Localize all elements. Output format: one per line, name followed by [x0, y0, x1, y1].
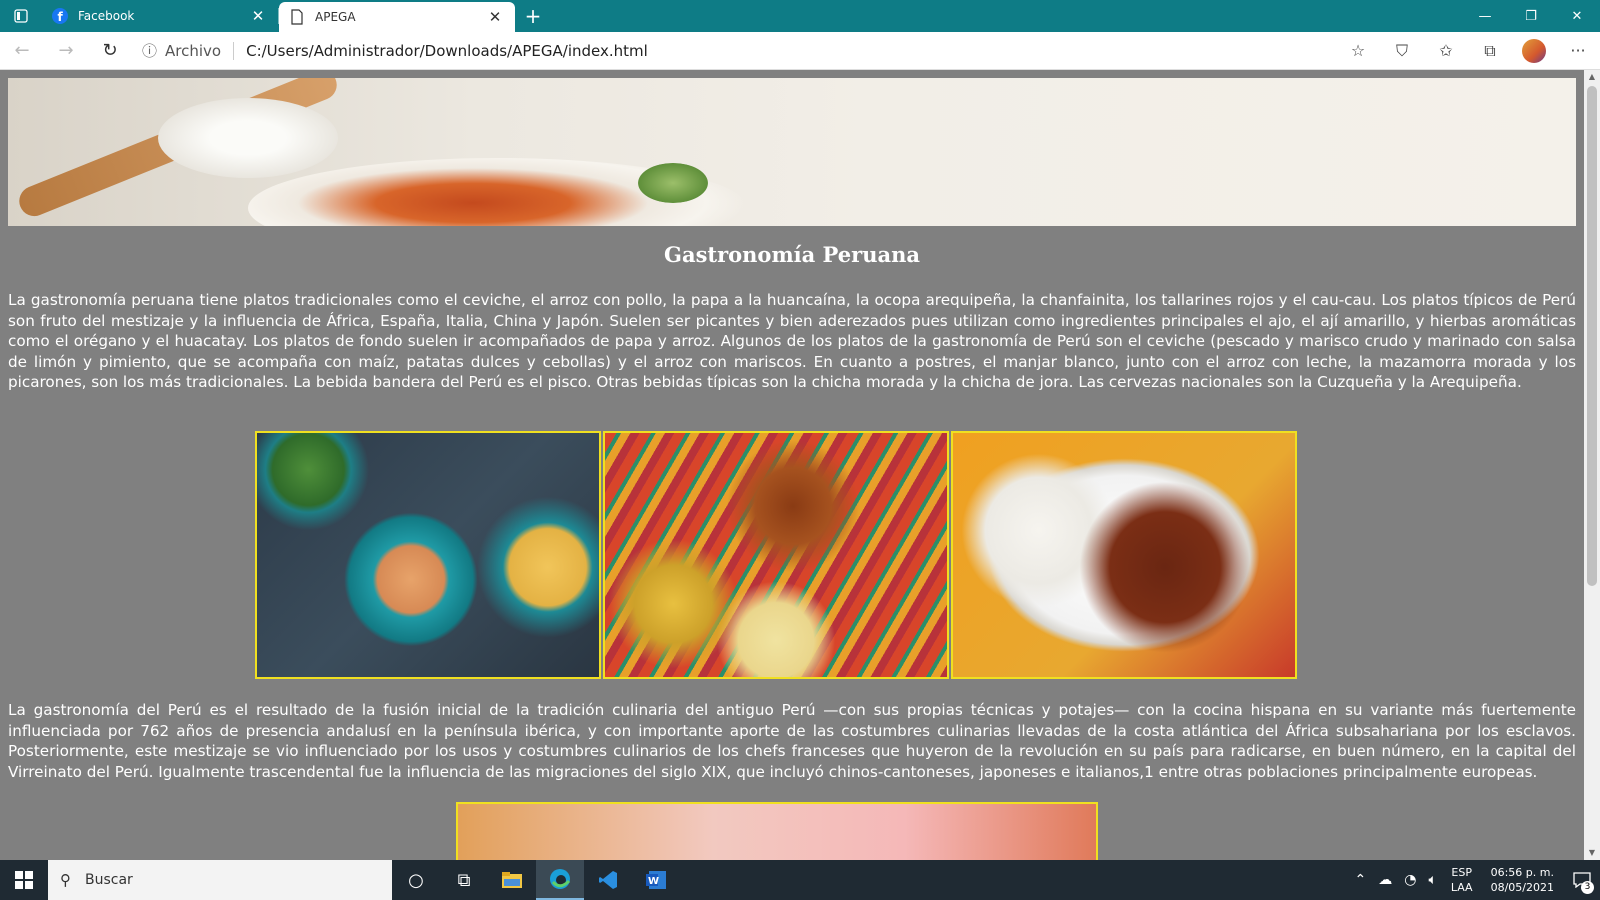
vertical-scrollbar[interactable]: ▲ ▼	[1584, 70, 1600, 860]
page-title: Gastronomía Peruana	[664, 242, 920, 267]
search-placeholder: Buscar	[85, 872, 133, 888]
system-tray: ⌃ ☁ ◔ 🔈︎ ESP LAA 06:56 p. m. 08/05/2021 …	[1348, 860, 1600, 900]
language-code: ESP	[1451, 866, 1472, 879]
onedrive-icon[interactable]: ☁	[1372, 872, 1398, 888]
word-icon[interactable]: W	[632, 860, 680, 900]
peruvian-feast-image	[603, 431, 949, 679]
page-content: Gastronomía Peruana La gastronomía perua…	[0, 70, 1584, 860]
info-icon[interactable]: ⓘ	[142, 40, 157, 61]
back-button[interactable]: ←	[0, 32, 44, 70]
file-explorer-icon[interactable]	[488, 860, 536, 900]
tracking-prevention-icon[interactable]: ⛉	[1380, 32, 1424, 70]
scroll-down-arrow[interactable]: ▼	[1584, 846, 1600, 860]
more-menu-icon[interactable]: ···	[1556, 32, 1600, 70]
collections-icon[interactable]: ⧉	[1468, 32, 1512, 70]
file-scheme-label: Archivo	[165, 41, 222, 60]
close-window-button[interactable]: ✕	[1554, 0, 1600, 32]
volume-icon[interactable]: 🔈︎	[1422, 872, 1442, 888]
window-controls: — ❐ ✕	[1462, 0, 1600, 32]
search-icon: ⚲	[60, 871, 71, 889]
new-tab-button[interactable]: +	[515, 0, 551, 32]
windows-logo-icon	[15, 871, 33, 889]
tab-label: APEGA	[315, 10, 356, 24]
notification-count-badge: 3	[1581, 881, 1594, 894]
edge-browser-icon[interactable]	[536, 860, 584, 900]
forward-button[interactable]: →	[44, 32, 88, 70]
tab-actions-icon	[14, 9, 28, 23]
close-tab-icon[interactable]: ✕	[485, 8, 505, 26]
svg-text:W: W	[648, 876, 659, 887]
clock-date: 08/05/2021	[1490, 881, 1554, 894]
ceviche-image	[255, 431, 601, 679]
facebook-icon: f	[52, 8, 68, 24]
address-bar: ← → ↻ ⓘ Archivo C:/Users/Administrador/D…	[0, 32, 1600, 70]
show-hidden-icons[interactable]: ⌃	[1348, 872, 1372, 888]
add-favorite-icon[interactable]: ☆	[1336, 32, 1380, 70]
url-text: C:/Users/Administrador/Downloads/APEGA/i…	[246, 41, 648, 60]
toolbar-icons: ☆ ⛉ ✩ ⧉ ···	[1336, 32, 1600, 70]
network-icon[interactable]: ◔	[1398, 872, 1422, 888]
banner-rice	[158, 98, 338, 178]
cortana-icon[interactable]: ○	[392, 860, 440, 900]
banner-garnish	[638, 163, 708, 203]
clock-time: 06:56 p. m.	[1490, 866, 1554, 879]
restore-button[interactable]: ❐	[1508, 0, 1554, 32]
tab-actions-button[interactable]	[0, 0, 42, 32]
intro-paragraph: La gastronomía peruana tiene platos trad…	[8, 291, 1576, 392]
url-field[interactable]: ⓘ Archivo C:/Users/Administrador/Downloa…	[132, 36, 1336, 66]
tab-label: Facebook	[78, 9, 135, 23]
refresh-button[interactable]: ↻	[88, 32, 132, 70]
profile-avatar[interactable]	[1522, 38, 1546, 63]
svg-text:f: f	[58, 10, 64, 24]
close-tab-icon[interactable]: ✕	[248, 7, 268, 25]
start-button[interactable]	[0, 860, 48, 900]
page-icon	[289, 9, 305, 25]
url-divider	[233, 41, 235, 60]
task-view-icon[interactable]: ⧉	[440, 860, 488, 900]
notification-center-button[interactable]: 3	[1564, 860, 1600, 900]
taskbar-search[interactable]: ⚲ Buscar	[48, 860, 392, 900]
bottom-food-image	[456, 802, 1098, 860]
food-gallery	[255, 431, 1297, 679]
vscode-icon[interactable]	[584, 860, 632, 900]
windows-taskbar: ⚲ Buscar ○ ⧉ W ⌃ ☁ ◔ 🔈︎ ESP LAA 06:56 p.…	[0, 860, 1600, 900]
favorites-icon[interactable]: ✩	[1424, 32, 1468, 70]
minimize-button[interactable]: —	[1462, 0, 1508, 32]
keyboard-layout: LAA	[1450, 881, 1473, 894]
scroll-thumb[interactable]	[1587, 86, 1597, 586]
tab-apega[interactable]: APEGA ✕	[279, 2, 515, 32]
history-paragraph: La gastronomía del Perú es el resultado …	[8, 701, 1576, 781]
tab-facebook[interactable]: f Facebook ✕	[42, 0, 278, 32]
language-indicator[interactable]: ESP LAA	[1443, 865, 1481, 895]
scroll-up-arrow[interactable]: ▲	[1584, 70, 1600, 84]
banner-image	[8, 78, 1576, 226]
clock[interactable]: 06:56 p. m. 08/05/2021	[1481, 865, 1564, 895]
lomo-saltado-image	[951, 431, 1297, 679]
browser-tab-bar: f Facebook ✕ APEGA ✕ + — ❐ ✕	[0, 0, 1600, 32]
